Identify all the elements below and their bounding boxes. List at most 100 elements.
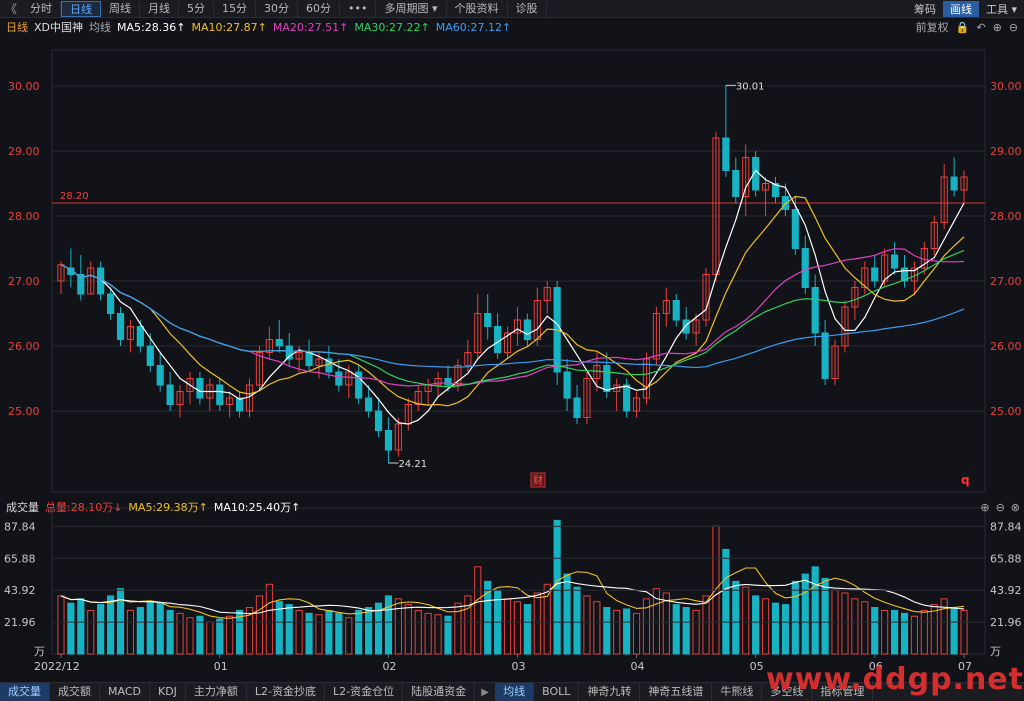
candle-body <box>871 267 879 282</box>
period-tab-6[interactable]: 30分 <box>256 0 298 17</box>
indicator-tab-6[interactable]: L2-资金仓位 <box>325 683 404 701</box>
ma-header-tools: 前复权 🔒 ↶ ⊕ ⊖ <box>916 19 1018 35</box>
period-tab-10[interactable]: 个股资料 <box>447 0 508 17</box>
price-axis-label-right: 28.00 <box>990 210 1022 223</box>
lock-icon[interactable]: 🔒 <box>956 21 970 34</box>
period-tab-0[interactable]: 分时 <box>22 0 61 17</box>
volume-bar <box>890 609 899 655</box>
watermark: www.ddgp.net <box>766 662 1024 697</box>
volume-bar <box>206 621 214 655</box>
volume-bar <box>930 604 938 655</box>
x-axis-label: 03 <box>511 660 525 673</box>
volume-bar <box>394 598 402 655</box>
draw-line-button[interactable]: 画线 <box>942 1 979 17</box>
scroll-right-icon[interactable]: ▶ <box>475 687 495 698</box>
period-tab-9[interactable]: 多周期图 ▾ <box>376 0 447 17</box>
ma-header: 日线 XD中国神 均线 MA5:28.36↑ MA10:27.87↑ MA20:… <box>0 19 1024 35</box>
volume-total: 总量:28.10万↓ <box>45 501 123 514</box>
add-icon[interactable]: ⊕ <box>980 501 989 514</box>
volume-bar <box>761 598 770 655</box>
volume-axis-label-left: 87.84 <box>4 520 36 533</box>
volume-bar <box>742 586 750 655</box>
volume-bar <box>97 604 105 655</box>
candle-body <box>166 384 174 405</box>
indicator-tab-11[interactable]: 神奇九转 <box>579 683 641 701</box>
close-icon[interactable]: ⊗ <box>1011 501 1020 514</box>
period-tab-11[interactable]: 诊股 <box>508 0 547 17</box>
indicator-tab-1[interactable]: 成交额 <box>50 683 100 701</box>
indicator-tab-9[interactable]: 均线 <box>495 683 535 701</box>
indicator-tab-13[interactable]: 牛熊线 <box>712 683 763 701</box>
indicator-tab-5[interactable]: L2-资金抄底 <box>247 683 326 701</box>
volume-bar <box>255 595 264 655</box>
back-icon[interactable]: 《 <box>0 0 22 17</box>
stock-name[interactable]: XD中国神 <box>34 19 83 35</box>
indicator-tab-2[interactable]: MACD <box>100 683 150 701</box>
indicator-type[interactable]: 均线 <box>89 19 111 35</box>
volume-bar <box>355 609 363 655</box>
indicator-tab-12[interactable]: 神奇五线谱 <box>640 683 713 701</box>
volume-bar <box>861 601 869 655</box>
volume-bar <box>732 580 740 655</box>
candle-body <box>444 378 452 386</box>
candle-body <box>196 378 204 399</box>
volume-bar <box>305 612 313 655</box>
volume-bar <box>315 614 323 655</box>
volume-bar <box>216 618 224 655</box>
volume-title[interactable]: 成交量 <box>6 499 39 515</box>
volume-bar <box>811 566 819 655</box>
price-axis-label-right: 27.00 <box>990 275 1022 288</box>
volume-bar <box>702 595 710 655</box>
indicator-tab-3[interactable]: KDJ <box>150 683 186 701</box>
volume-bar <box>503 598 512 655</box>
chips-button[interactable]: 筹码 <box>907 1 943 17</box>
period-tab-8[interactable]: ••• <box>340 0 377 17</box>
indicator-tab-7[interactable]: 陆股通资金 <box>403 683 476 701</box>
candle-body <box>732 170 740 197</box>
period-tab-4[interactable]: 5分 <box>179 0 214 17</box>
undo-icon[interactable]: ↶ <box>976 21 985 34</box>
indicator-tab-0[interactable]: 成交量 <box>0 683 50 701</box>
period-tab-5[interactable]: 15分 <box>214 0 256 17</box>
volume-bar <box>781 604 789 655</box>
candle-body <box>216 384 224 405</box>
volume-bar <box>166 609 174 655</box>
add-icon[interactable]: ⊕ <box>993 21 1002 34</box>
adjust-label[interactable]: 前复权 <box>916 19 949 35</box>
candle-body <box>365 397 373 412</box>
volume-bar <box>404 604 412 655</box>
tools-menu[interactable]: 工具 ▾ <box>979 1 1024 17</box>
volume-bar <box>414 609 422 655</box>
high-marker-label: 30.01 <box>736 81 765 92</box>
candle-body <box>950 176 958 191</box>
price-axis-label-right: 29.00 <box>990 145 1022 158</box>
volume-bar <box>87 609 95 655</box>
minus-icon[interactable]: ⊖ <box>1009 21 1018 34</box>
candle-body <box>156 365 164 386</box>
candle-body <box>523 319 531 340</box>
candle-body <box>623 384 631 412</box>
volume-bar <box>623 608 631 655</box>
candle-body <box>335 371 343 386</box>
period-tab-7[interactable]: 60分 <box>298 0 340 17</box>
indicator-tab-4[interactable]: 主力净额 <box>186 683 247 701</box>
volume-bar <box>603 607 611 655</box>
candle-body <box>821 332 829 379</box>
volume-bar <box>474 566 482 655</box>
ma60-value: MA60:27.12↑ <box>435 20 512 34</box>
volume-axis-label-right: 43.92 <box>990 584 1022 597</box>
candle-body <box>146 345 154 366</box>
candle-body <box>484 313 492 327</box>
price-axis-label-right: 26.00 <box>990 340 1022 353</box>
minus-icon[interactable]: ⊖ <box>996 501 1005 514</box>
period-tab-2[interactable]: 周线 <box>101 0 140 17</box>
period-tab-1[interactable]: 日线 <box>61 0 101 17</box>
volume-bar <box>345 617 353 655</box>
ma10-value: MA10:27.87↑ <box>191 20 267 34</box>
volume-unit-left: 万 <box>34 645 45 658</box>
kline-chart[interactable]: 30.00 30.00 29.00 29.00 28.00 28.00 27.00 27.00… <box>0 36 1024 682</box>
indicator-tab-10[interactable]: BOLL <box>534 683 580 701</box>
period-tab-3[interactable]: 月线 <box>140 0 179 17</box>
candle-body <box>563 371 571 399</box>
volume-bar <box>752 595 760 655</box>
